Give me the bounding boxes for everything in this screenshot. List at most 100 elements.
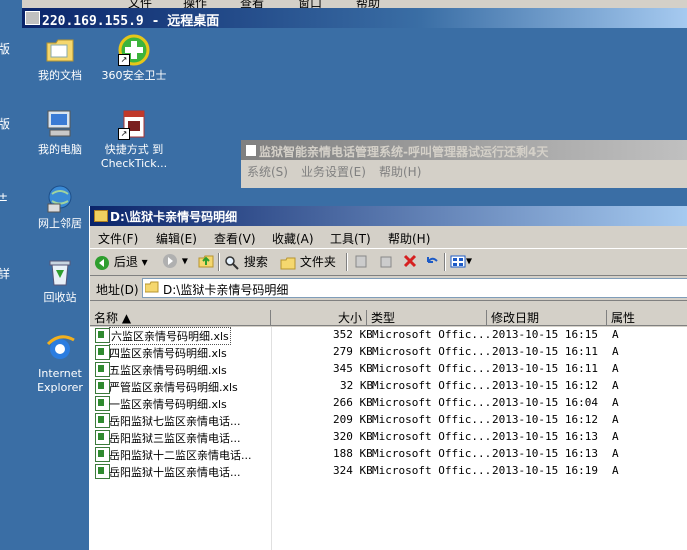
- move-to-icon: [355, 255, 367, 268]
- folders-label: 文件夹: [299, 255, 336, 269]
- file-row[interactable]: 四监区亲情号码明细.xls 279 KB Microsoft Offic... …: [90, 344, 687, 361]
- file-size: 32 KB: [340, 379, 374, 392]
- forward-button[interactable]: ▾: [162, 253, 188, 269]
- desktop-icon-label: Internet Explorer: [37, 367, 83, 394]
- folder-icon: [145, 281, 159, 293]
- file-row[interactable]: 六监区亲情号码明细.xls 352 KB Microsoft Offic... …: [90, 327, 687, 345]
- file-row[interactable]: 岳阳监狱七监区亲情电话... 209 KB Microsoft Offic...…: [90, 412, 687, 429]
- desktop-icon-label: 网上邻居: [38, 217, 82, 230]
- desktop-icon-label: 回收站: [43, 291, 77, 304]
- address-label: 地址(D): [96, 283, 139, 297]
- up-folder-icon: [198, 255, 214, 268]
- desktop-icon-my-documents[interactable]: 我的文档: [20, 34, 100, 83]
- file-name: 六监区亲情号码明细.xls: [109, 327, 231, 345]
- address-bar: 地址(D) D:\监狱卡亲情号码明细: [90, 276, 687, 301]
- file-row[interactable]: 岳阳监狱十监区亲情电话... 324 KB Microsoft Offic...…: [90, 463, 687, 480]
- excel-file-icon: [95, 430, 110, 445]
- undo-button[interactable]: [424, 253, 440, 269]
- address-input[interactable]: D:\监狱卡亲情号码明细: [142, 278, 687, 298]
- host-menu-view[interactable]: 查看: [240, 0, 264, 8]
- 360-safe-icon: ↗: [118, 34, 150, 66]
- recycle-bin-icon: [44, 256, 76, 288]
- folder-icon: [94, 210, 108, 222]
- host-desktop-edge: 版 版 ± 詳: [0, 0, 22, 530]
- file-attr: A: [612, 328, 619, 341]
- views-button[interactable]: ▾: [450, 253, 472, 269]
- column-attributes[interactable]: 属性: [607, 310, 687, 326]
- host-icon-fragment: 版: [0, 117, 11, 131]
- toolbar-separator: [346, 253, 348, 271]
- file-name: 岳阳监狱十二监区亲情电话...: [109, 449, 252, 462]
- file-type: Microsoft Offic...: [372, 362, 492, 375]
- host-menu-help[interactable]: 帮助: [356, 0, 380, 8]
- views-icon: [450, 255, 466, 268]
- excel-file-icon: [95, 379, 110, 394]
- back-arrow-icon: [95, 255, 109, 270]
- desktop-icon-recycle-bin[interactable]: 回收站: [20, 256, 100, 305]
- file-attr: A: [612, 379, 619, 392]
- desktop-icon-label: 我的文档: [38, 69, 82, 82]
- app-icon: [245, 144, 257, 157]
- phone-system-menubar: 系统(S) 业务设置(E) 帮助(H): [241, 160, 687, 182]
- explorer-titlebar[interactable]: D:\监狱卡亲情号码明细: [90, 206, 687, 226]
- delete-button[interactable]: [402, 253, 418, 269]
- column-name[interactable]: 名称 ▲: [90, 310, 271, 326]
- column-type[interactable]: 类型: [367, 310, 487, 326]
- file-attr: A: [612, 396, 619, 409]
- phone-system-titlebar[interactable]: 监狱智能亲情电话管理系统-呼叫管理器试运行还剩4天: [241, 140, 687, 160]
- folder-documents-icon: [44, 34, 76, 66]
- file-date: 2013-10-15 16:11: [492, 345, 598, 358]
- desktop-icon-my-computer[interactable]: 我的电脑: [20, 108, 100, 157]
- excel-file-icon: [95, 447, 110, 462]
- copy-to-button[interactable]: [378, 253, 394, 269]
- desktop-icon-checktick-shortcut[interactable]: ↗ 快捷方式 到 CheckTick...: [94, 108, 174, 171]
- excel-file-icon: [95, 328, 110, 343]
- remote-desktop-titlebar[interactable]: 220.169.155.9 - 远程桌面: [22, 8, 687, 29]
- menu-business-settings[interactable]: 业务设置(E): [301, 163, 366, 180]
- file-size: 209 KB: [333, 413, 373, 426]
- excel-file-icon: [95, 464, 110, 479]
- menu-favorites[interactable]: 收藏(A): [272, 230, 314, 247]
- file-row[interactable]: 五监区亲情号码明细.xls 345 KB Microsoft Offic... …: [90, 361, 687, 378]
- host-menu-action[interactable]: 操作: [183, 0, 207, 8]
- menu-file[interactable]: 文件(F): [98, 230, 138, 247]
- file-size: 188 KB: [333, 447, 373, 460]
- menu-edit[interactable]: 编辑(E): [156, 230, 197, 247]
- menu-view[interactable]: 查看(V): [214, 230, 256, 247]
- column-date[interactable]: 修改日期: [487, 310, 607, 326]
- menu-system[interactable]: 系统(S): [247, 163, 288, 180]
- move-to-button[interactable]: [354, 253, 370, 269]
- host-icon-fragment: ±: [0, 190, 9, 204]
- file-row[interactable]: 一监区亲情号码明细.xls 266 KB Microsoft Offic... …: [90, 395, 687, 412]
- explorer-toolbar: 后退 ▾ ▾ 搜索 文件夹 ▾: [90, 249, 687, 276]
- search-button[interactable]: 搜索: [224, 253, 268, 271]
- file-size: 324 KB: [333, 464, 373, 477]
- desktop-icon-network[interactable]: 网上邻居: [20, 182, 100, 231]
- back-button[interactable]: 后退 ▾: [94, 253, 148, 271]
- up-folder-button[interactable]: [198, 253, 214, 269]
- host-menu-file[interactable]: 文件: [128, 0, 152, 8]
- file-attr: A: [612, 430, 619, 443]
- excel-file-icon: [95, 413, 110, 428]
- file-attr: A: [612, 362, 619, 375]
- file-size: 279 KB: [333, 345, 373, 358]
- menu-tools[interactable]: 工具(T): [330, 230, 371, 247]
- desktop-icon-360[interactable]: ↗ 360安全卫士: [94, 34, 174, 83]
- file-attr: A: [612, 413, 619, 426]
- forward-arrow-icon: [163, 254, 177, 268]
- file-row[interactable]: 严管监区亲情号码明细.xls 32 KB Microsoft Offic... …: [90, 378, 687, 395]
- file-row[interactable]: 岳阳监狱三监区亲情电话... 320 KB Microsoft Offic...…: [90, 429, 687, 446]
- folders-button[interactable]: 文件夹: [280, 253, 336, 271]
- desktop-icon-label: 快捷方式 到 CheckTick...: [100, 143, 168, 170]
- file-date: 2013-10-15 16:12: [492, 413, 598, 426]
- file-name: 五监区亲情号码明细.xls: [109, 364, 227, 377]
- file-size: 320 KB: [333, 430, 373, 443]
- column-size[interactable]: 大小: [271, 310, 367, 326]
- desktop-icon-internet-explorer[interactable]: Internet Explorer: [20, 332, 100, 395]
- file-row[interactable]: 岳阳监狱十二监区亲情电话... 188 KB Microsoft Offic..…: [90, 446, 687, 463]
- menu-help[interactable]: 帮助(H): [388, 230, 430, 247]
- excel-file-icon: [95, 345, 110, 360]
- menu-help[interactable]: 帮助(H): [379, 163, 421, 180]
- host-menu-window[interactable]: 窗口: [298, 0, 322, 8]
- copy-to-icon: [380, 256, 392, 268]
